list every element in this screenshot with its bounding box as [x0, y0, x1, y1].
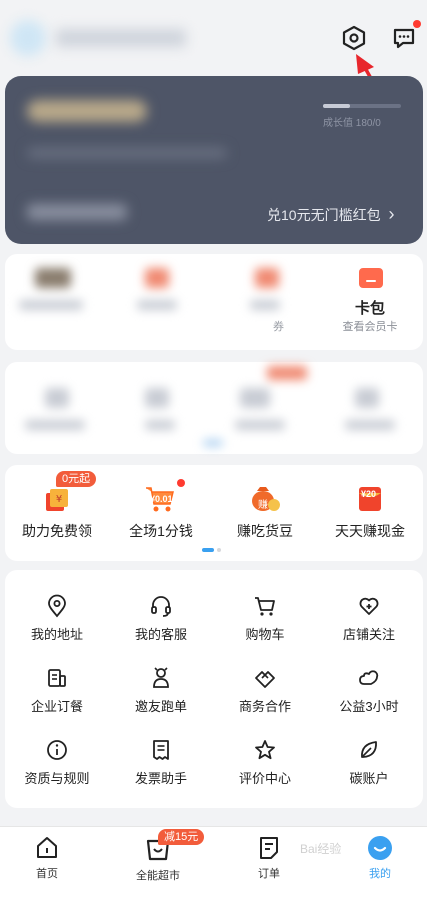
star-icon: [255, 740, 275, 760]
promo-label[interactable]: 赚吃货豆: [213, 521, 317, 541]
service-item[interactable]: 购物车: [213, 594, 317, 643]
red-envelope-20-icon[interactable]: ¥20: [356, 485, 384, 513]
settings-hex-icon: [342, 25, 366, 51]
promo-label[interactable]: 全场1分钱: [109, 521, 213, 541]
svg-text:¥: ¥: [56, 494, 62, 505]
red-envelope-yuan-icon[interactable]: ¥: [44, 487, 70, 513]
message-unread-dot: [413, 20, 421, 28]
service-label: 公益3小时: [339, 699, 399, 714]
leaf-icon: [361, 741, 377, 758]
service-label: 企业订餐: [30, 699, 83, 714]
watermark-text: Bai经验: [300, 842, 342, 856]
profile-smile-icon: [368, 836, 392, 860]
service-item[interactable]: 邀友跑单: [109, 666, 213, 715]
heart-plus-icon: [359, 597, 379, 615]
service-label: 邀友跑单: [134, 699, 187, 714]
cart-icon: [255, 597, 275, 616]
blurred-services-panel: [5, 362, 423, 454]
service-item[interactable]: 碳账户: [317, 738, 421, 787]
service-item[interactable]: 评价中心: [213, 738, 317, 787]
service-label: 我的地址: [30, 627, 83, 642]
coin-bag-text: 赚: [258, 500, 268, 511]
coupon-partial-label: 券: [273, 321, 284, 333]
coin-bag-icon[interactable]: 赚: [250, 484, 282, 514]
service-item[interactable]: 资质与规则: [5, 738, 109, 787]
service-label: 资质与规则: [24, 771, 90, 786]
service-label: 购物车: [245, 627, 285, 642]
shopping-cart-0.01-icon[interactable]: ¥0.01: [144, 484, 176, 514]
kabao-subtitle[interactable]: 查看会员卡: [330, 318, 410, 334]
service-item[interactable]: 我的地址: [5, 594, 109, 643]
envelope-amount-text: ¥20: [361, 489, 377, 499]
service-label: 我的客服: [134, 627, 187, 642]
hands-heart-icon: [359, 670, 379, 685]
handshake-icon: [255, 671, 275, 688]
avatar[interactable]: [10, 20, 46, 56]
member-card[interactable]: 成长值 180/0 兑10元无门槛红包 ›: [5, 76, 423, 244]
tab-mine[interactable]: 我的: [335, 835, 425, 881]
service-label: 店铺关注: [342, 627, 395, 642]
service-label: 商务合作: [238, 699, 291, 714]
order-list-icon: [260, 837, 278, 859]
nickname-blurred[interactable]: [56, 29, 186, 47]
service-item[interactable]: 企业订餐: [5, 666, 109, 715]
redpack-text: 兑10元无门槛红包: [267, 207, 381, 223]
redpack-link[interactable]: 兑10元无门槛红包 ›: [267, 204, 394, 225]
chevron-right-icon: ›: [388, 204, 395, 224]
growth-progress-bar: [323, 104, 401, 108]
page-indicator: [202, 548, 221, 552]
service-label: 碳账户: [349, 771, 389, 786]
service-item[interactable]: 发票助手: [109, 738, 213, 787]
home-icon: [37, 837, 57, 858]
info-icon: [47, 740, 67, 760]
service-item[interactable]: 我的客服: [109, 594, 213, 643]
promo-badge: 0元起: [56, 471, 97, 487]
member-card-blurred-area: [5, 76, 277, 244]
service-item[interactable]: 公益3小时: [317, 666, 421, 715]
tab-label: 我的: [369, 868, 391, 880]
service-item[interactable]: 商务合作: [213, 666, 317, 715]
promo-label[interactable]: 天天赚现金: [318, 521, 422, 541]
page-dot-active: [202, 548, 214, 552]
growth-progress-fill: [323, 104, 351, 108]
growth-value-text: 成长值 180/0: [323, 118, 381, 129]
building-icon: [48, 669, 66, 687]
services-panel: 我的地址 我的客服 购物车 店铺关注 企业订餐 邀友跑单 商务合作 公益3小时 …: [5, 570, 423, 808]
headset-icon: [151, 596, 171, 617]
promo-red-dot: [177, 479, 185, 487]
kabao-icon[interactable]: [359, 268, 383, 288]
location-pin-icon: [48, 594, 66, 618]
runner-icon: [153, 667, 169, 688]
page-dot: [217, 548, 221, 552]
service-item[interactable]: 店铺关注: [317, 594, 421, 643]
tab-badge: 减15元: [158, 829, 205, 845]
promo-label[interactable]: 助力免费领: [5, 521, 109, 541]
cart-price-text: ¥0.01: [150, 494, 173, 504]
service-label: 评价中心: [238, 771, 291, 786]
assets-blurred-area: [5, 254, 280, 350]
tab-home[interactable]: 首页: [2, 835, 92, 881]
tab-label: 全能超市: [136, 870, 180, 882]
bottom-tab-bar: 首页 全能超市 减15元 订单 我的: [0, 826, 427, 903]
kabao-title[interactable]: 卡包: [330, 297, 410, 318]
receipt-icon: [153, 740, 169, 760]
message-bubble-icon: [393, 28, 415, 49]
tab-label: 订单: [258, 868, 280, 880]
tab-label: 首页: [36, 868, 58, 880]
service-label: 发票助手: [134, 771, 187, 786]
